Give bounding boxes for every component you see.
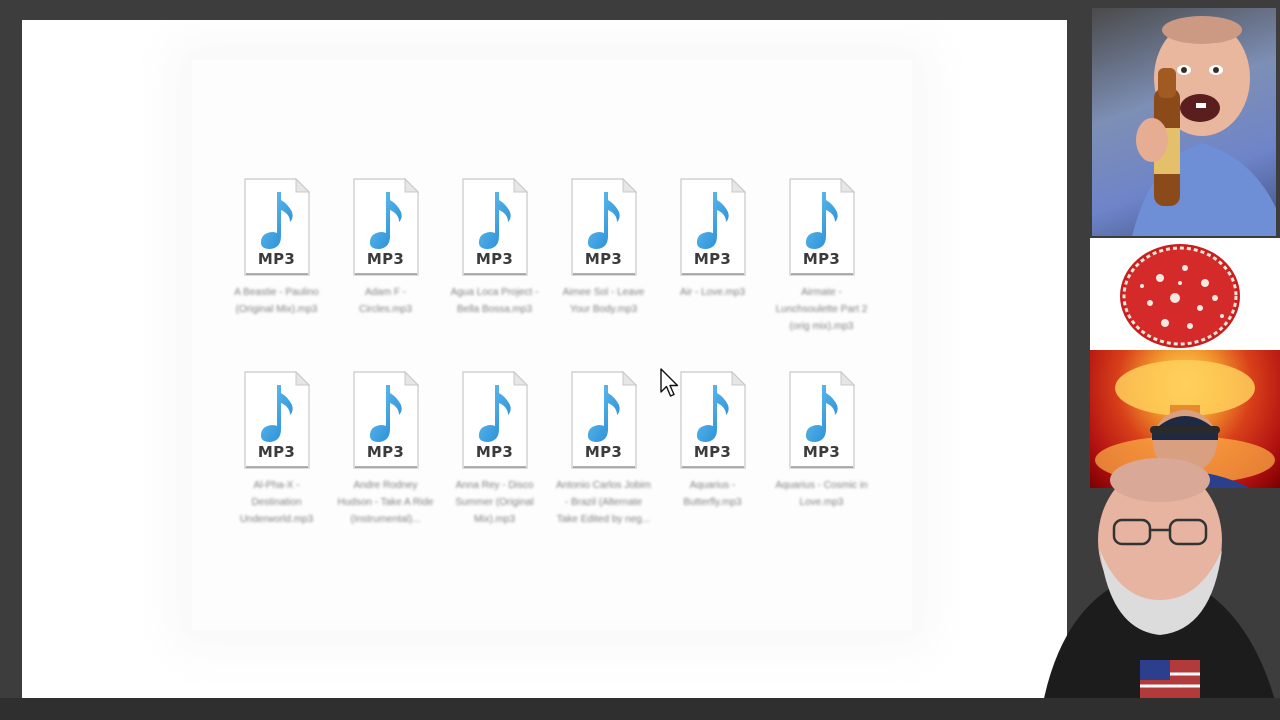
mp3-file-icon[interactable]: MP3 — [461, 371, 528, 469]
file-item[interactable]: MP3 Aquarius - Cosmic in Love.mp3 — [767, 371, 876, 564]
file-name-label: Andre Rodney Hudson - Take A Ride (Instr… — [337, 480, 434, 525]
file-type-label: MP3 — [693, 443, 732, 461]
mp3-file-icon[interactable]: MP3 — [679, 371, 746, 469]
file-name-label: Al-Pha-X - Destination Underworld.mp3 — [239, 480, 314, 525]
mp3-file-icon[interactable]: MP3 — [788, 178, 855, 276]
mp3-file-icon[interactable]: MP3 — [570, 371, 637, 469]
file-item[interactable]: MP3 Al-Pha-X - Destination Underworld.mp… — [222, 371, 331, 564]
file-type-label: MP3 — [584, 250, 623, 268]
file-name-label: Aimee Sol - Leave Your Body.mp3 — [562, 287, 645, 315]
file-item[interactable]: MP3 Andre Rodney Hudson - Take A Ride (I… — [331, 371, 440, 564]
file-name-label: Aquarius - Cosmic in Love.mp3 — [775, 480, 868, 508]
webcam-host — [950, 450, 1280, 720]
file-type-label: MP3 — [475, 443, 514, 461]
bottom-border — [0, 698, 1280, 720]
file-item[interactable]: MP3 Antonio Carlos Jobim - Brazil (Alter… — [549, 371, 658, 564]
file-name-label: Adam F - Circles.mp3 — [359, 287, 412, 315]
mouse-pointer-icon — [660, 368, 679, 397]
file-grid: MP3 A Beastie - Paulino (Original Mix).m… — [222, 178, 902, 564]
mp3-file-icon[interactable]: MP3 — [352, 178, 419, 276]
file-name-label: Anna Rey - Disco Summer (Original Mix).m… — [455, 480, 534, 525]
mp3-file-icon[interactable]: MP3 — [461, 178, 528, 276]
file-type-label: MP3 — [802, 250, 841, 268]
file-name-label: A Beastie - Paulino (Original Mix).mp3 — [234, 287, 319, 315]
file-name-label: Antonio Carlos Jobim - Brazil (Alternate… — [555, 480, 652, 525]
file-item[interactable]: MP3 Anna Rey - Disco Summer (Original Mi… — [440, 371, 549, 564]
webcam-guest-1 — [1092, 8, 1276, 236]
file-type-label: MP3 — [475, 250, 514, 268]
file-type-label: MP3 — [693, 250, 732, 268]
pizza-overlay — [1090, 238, 1280, 350]
file-name-label: Agua Loca Project - Bella Bossa.mp3 — [450, 287, 539, 315]
file-type-label: MP3 — [257, 250, 296, 268]
file-item[interactable]: MP3 Airmate - Lunchsoulette Part 2 (orig… — [767, 178, 876, 371]
screen: MP3 A Beastie - Paulino (Original Mix).m… — [0, 0, 1280, 720]
file-item[interactable]: MP3 Aimee Sol - Leave Your Body.mp3 — [549, 178, 658, 371]
file-type-label: MP3 — [366, 443, 405, 461]
mp3-file-icon[interactable]: MP3 — [570, 178, 637, 276]
mp3-file-icon[interactable]: MP3 — [679, 178, 746, 276]
file-name-label: Airmate - Lunchsoulette Part 2 (orig mix… — [775, 287, 868, 332]
file-type-label: MP3 — [366, 250, 405, 268]
mp3-file-icon[interactable]: MP3 — [788, 371, 855, 469]
mp3-file-icon[interactable]: MP3 — [352, 371, 419, 469]
file-item[interactable]: MP3 Adam F - Circles.mp3 — [331, 178, 440, 371]
file-name-label: Air - Love.mp3 — [679, 287, 746, 298]
file-type-label: MP3 — [802, 443, 841, 461]
file-type-label: MP3 — [257, 443, 296, 461]
file-item[interactable]: MP3 A Beastie - Paulino (Original Mix).m… — [222, 178, 331, 371]
file-item[interactable]: MP3 Agua Loca Project - Bella Bossa.mp3 — [440, 178, 549, 371]
file-type-label: MP3 — [584, 443, 623, 461]
file-name-label: Aquarius - Butterfly.mp3 — [683, 480, 742, 508]
mp3-file-icon[interactable]: MP3 — [243, 371, 310, 469]
webcam-panel — [1040, 0, 1280, 720]
file-item[interactable]: MP3 Air - Love.mp3 — [658, 178, 767, 371]
mp3-file-icon[interactable]: MP3 — [243, 178, 310, 276]
